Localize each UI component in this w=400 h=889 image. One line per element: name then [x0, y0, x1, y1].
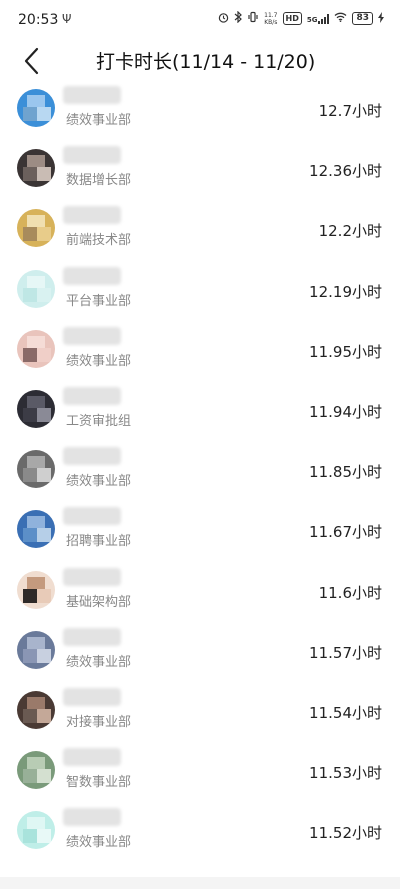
department-label: 绩效事业部	[66, 113, 132, 128]
department-label: 数据增长部	[66, 173, 132, 189]
list-item[interactable]: 工资审批组 11.94小时	[0, 379, 400, 439]
avatar	[17, 89, 55, 127]
department-label: 绩效事业部	[66, 835, 132, 851]
wifi-icon	[334, 12, 347, 25]
status-bar: 20:53 Ψ 11.7 KB/s HD 5G 83	[0, 0, 400, 40]
name-redacted	[63, 808, 121, 827]
hours-value: 11.52小时	[309, 824, 382, 843]
list-item[interactable]: 对接事业部 11.54小时	[0, 680, 400, 740]
department-label: 招聘事业部	[66, 534, 132, 550]
department-label: 绩效事业部	[66, 353, 132, 369]
net-speed-unit: KB/s	[264, 18, 278, 26]
hours-value: 11.95小时	[309, 342, 382, 361]
alarm-icon	[218, 12, 229, 26]
list-item[interactable]: 基础架构部 11.6小时	[0, 560, 400, 620]
usb-icon: Ψ	[62, 12, 72, 26]
battery-indicator: 83	[352, 12, 373, 25]
hours-value: 11.6小时	[318, 583, 382, 602]
net-speed-value: 11.7	[264, 11, 278, 19]
page-title: 打卡时长(11/14 - 11/20)	[96, 51, 316, 73]
name-redacted	[63, 567, 121, 586]
name-redacted	[63, 627, 121, 646]
hours-value: 12.7小时	[318, 102, 382, 120]
list-item[interactable]: 绩效事业部 11.95小时	[0, 319, 400, 379]
hours-value: 11.57小时	[309, 643, 382, 662]
name-redacted	[63, 206, 121, 225]
status-icons: 11.7 KB/s HD 5G 83	[218, 10, 384, 26]
status-time: 20:53	[18, 12, 59, 28]
avatar	[17, 329, 55, 368]
ranking-list: 绩效事业部 12.7小时数据增长部 12.36小时前端技术部 12.2小时平台事业部 1…	[0, 78, 400, 860]
signal-icon: 5G	[306, 13, 330, 24]
hours-value: 11.67小时	[309, 523, 382, 542]
list-item[interactable]: 前端技术部 12.2小时	[0, 198, 400, 258]
hd-badge: HD	[282, 12, 302, 25]
hours-value: 11.85小时	[309, 463, 382, 482]
vibrate-icon	[247, 11, 259, 26]
name-redacted	[63, 748, 121, 767]
list-item[interactable]: 招聘事业部 11.67小时	[0, 499, 400, 559]
avatar	[17, 389, 55, 428]
hours-value: 12.2小时	[318, 222, 382, 241]
department-label: 工资审批组	[66, 413, 132, 429]
signal-label: 5G	[306, 15, 318, 24]
avatar	[17, 269, 55, 308]
department-label: 基础架构部	[66, 594, 132, 610]
avatar	[17, 690, 55, 729]
list-item[interactable]: 平台事业部 12.19小时	[0, 259, 400, 319]
hours-value: 11.54小时	[309, 703, 382, 722]
avatar	[17, 450, 55, 489]
chevron-left-icon	[24, 47, 39, 75]
bottom-bar	[0, 877, 400, 889]
hours-value: 11.94小时	[309, 402, 382, 421]
avatar	[17, 811, 55, 850]
department-label: 前端技术部	[66, 233, 132, 249]
hours-value: 11.53小时	[309, 764, 382, 783]
name-redacted	[63, 326, 121, 345]
name-redacted	[63, 386, 121, 405]
list-item[interactable]: 智数事业部 11.53小时	[0, 740, 400, 800]
list-item[interactable]: 绩效事业部 12.7小时	[0, 78, 400, 138]
avatar	[17, 510, 55, 549]
hours-value: 12.19小时	[309, 282, 382, 301]
name-redacted	[63, 266, 121, 285]
bluetooth-icon	[234, 10, 243, 26]
charging-icon	[378, 11, 384, 26]
name-redacted	[63, 507, 121, 526]
department-label: 绩效事业部	[66, 474, 132, 490]
avatar	[17, 570, 55, 609]
department-label: 智数事业部	[66, 775, 132, 791]
name-redacted	[63, 687, 121, 706]
list-item[interactable]: 绩效事业部 11.52小时	[0, 800, 400, 860]
net-speed: 11.7 KB/s	[264, 12, 277, 26]
back-button[interactable]	[18, 44, 48, 78]
name-redacted	[63, 86, 121, 104]
hours-value: 12.36小时	[309, 162, 382, 181]
list-item[interactable]: 绩效事业部 11.57小时	[0, 620, 400, 680]
avatar	[17, 209, 55, 248]
avatar	[17, 149, 55, 188]
department-label: 平台事业部	[66, 293, 132, 309]
department-label: 对接事业部	[66, 714, 132, 730]
list-item[interactable]: 数据增长部 12.36小时	[0, 138, 400, 198]
name-redacted	[63, 146, 121, 165]
name-redacted	[63, 447, 121, 466]
list-item[interactable]: 绩效事业部 11.85小时	[0, 439, 400, 499]
avatar	[17, 751, 55, 790]
header: 打卡时长(11/14 - 11/20)	[0, 40, 400, 82]
avatar	[17, 630, 55, 669]
department-label: 绩效事业部	[66, 654, 132, 670]
